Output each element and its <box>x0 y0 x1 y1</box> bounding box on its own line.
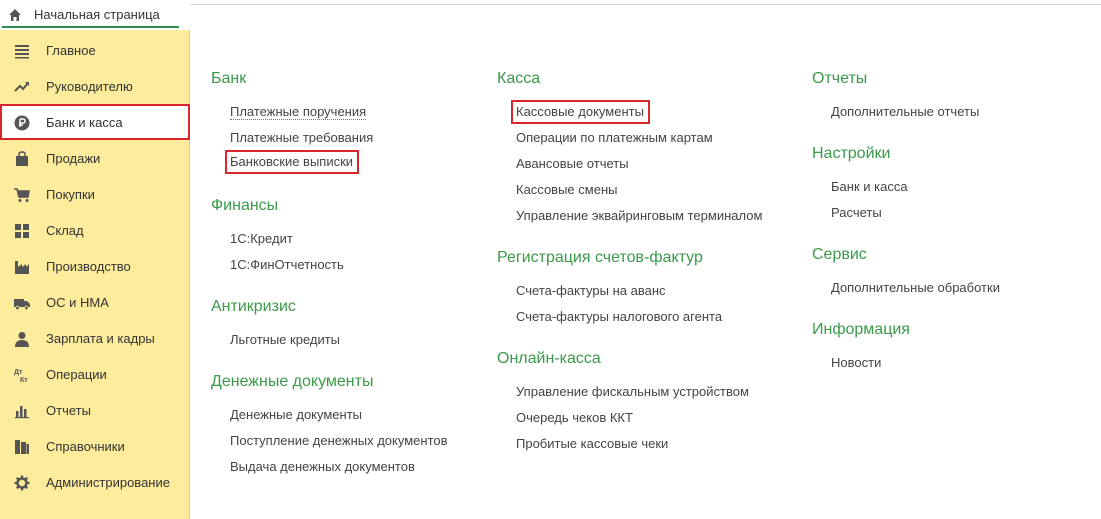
sidebar-item-sales[interactable]: Продажи <box>0 140 190 176</box>
sidebar-item-references[interactable]: Справочники <box>0 428 190 464</box>
trend-up-icon <box>14 82 29 92</box>
link-money-documents-issue[interactable]: Выдача денежных документов <box>230 459 415 474</box>
link-fiscal-device[interactable]: Управление фискальным устройством <box>516 384 749 399</box>
debit-credit-icon: Дт Кт <box>14 369 28 383</box>
sidebar-item-salary[interactable]: Зарплата и кадры <box>0 320 190 356</box>
link-money-documents[interactable]: Денежные документы <box>230 407 362 422</box>
link-tax-agent-invoices[interactable]: Счета-фактуры налогового агента <box>516 309 722 324</box>
link-settings-settlements[interactable]: Расчеты <box>831 205 882 220</box>
sidebar-item-bank-and-cash[interactable]: Банк и касса <box>0 104 190 140</box>
section-title-anticrisis: Антикризис <box>211 298 296 315</box>
link-preferential-loans[interactable]: Льготные кредиты <box>230 332 340 347</box>
sidebar-item-fixed-assets[interactable]: ОС и НМА <box>0 284 190 320</box>
sidebar-item-label: Отчеты <box>46 403 91 418</box>
home-icon <box>9 8 21 21</box>
link-1c-credit[interactable]: 1С:Кредит <box>230 231 293 246</box>
sidebar-item-label: Справочники <box>46 439 125 454</box>
sidebar-item-label: Банк и касса <box>46 115 123 130</box>
sidebar-item-main[interactable]: Главное <box>0 32 190 68</box>
section-title-invoice-registration: Регистрация счетов-фактур <box>497 249 703 266</box>
svg-text:Дт: Дт <box>14 369 23 376</box>
section-title-reports: Отчеты <box>812 70 868 87</box>
sidebar-item-label: Продажи <box>46 151 101 166</box>
sidebar-item-warehouse[interactable]: Склад <box>0 212 190 248</box>
factory-icon <box>15 261 29 274</box>
section-title-service: Сервис <box>812 246 867 263</box>
sidebar-item-label: Руководителю <box>46 79 133 94</box>
svg-text:Кт: Кт <box>20 377 28 383</box>
link-additional-reports[interactable]: Дополнительные отчеты <box>831 104 979 119</box>
books-icon <box>15 440 29 454</box>
link-acquiring-terminal[interactable]: Управление эквайринговым терминалом <box>516 208 762 223</box>
sidebar-item-purchases[interactable]: Покупки <box>0 176 190 212</box>
link-printed-receipts[interactable]: Пробитые кассовые чеки <box>516 436 668 451</box>
home-tab[interactable]: Начальная страница <box>2 3 179 28</box>
section-title-settings: Настройки <box>812 145 891 162</box>
shopping-cart-icon <box>14 188 30 202</box>
section-title-kassa: Касса <box>497 70 541 87</box>
link-settings-bank-and-cash[interactable]: Банк и касса <box>831 179 908 194</box>
link-advance-invoices[interactable]: Счета-фактуры на аванс <box>516 283 666 298</box>
sidebar-item-label: ОС и НМА <box>46 295 109 310</box>
menu-lines-icon <box>15 45 29 59</box>
sidebar-item-label: Администрирование <box>46 475 170 490</box>
link-payment-requests[interactable]: Платежные требования <box>230 130 373 145</box>
link-payment-card-operations[interactable]: Операции по платежным картам <box>516 130 713 145</box>
link-cash-documents[interactable]: Кассовые документы <box>511 100 650 124</box>
section-title-online-kassa: Онлайн-касса <box>497 350 601 367</box>
home-tab-label: Начальная страница <box>34 7 160 22</box>
sidebar-item-production[interactable]: Производство <box>0 248 190 284</box>
sidebar-item-label: Покупки <box>46 187 95 202</box>
section-title-finance: Финансы <box>211 197 279 214</box>
section-title-money-documents: Денежные документы <box>211 373 374 390</box>
truck-icon <box>14 299 30 311</box>
sidebar-item-label: Операции <box>46 367 107 382</box>
gear-icon <box>14 475 30 491</box>
sidebar-item-label: Склад <box>46 223 84 238</box>
link-kkt-receipt-queue[interactable]: Очередь чеков ККТ <box>516 410 633 425</box>
link-cash-shifts[interactable]: Кассовые смены <box>516 182 617 197</box>
bar-chart-icon <box>15 406 29 419</box>
section-title-information: Информация <box>812 321 910 338</box>
sidebar-item-manager[interactable]: Руководителю <box>0 68 190 104</box>
link-payment-orders[interactable]: Платежные поручения <box>230 104 367 120</box>
link-money-documents-receipt[interactable]: Поступление денежных документов <box>230 433 448 448</box>
sidebar-item-label: Главное <box>46 43 96 58</box>
warehouse-grid-icon <box>15 224 29 238</box>
link-1c-fin-reporting[interactable]: 1С:ФинОтчетность <box>230 257 344 272</box>
person-icon <box>15 332 29 347</box>
section-title-bank: Банк <box>211 70 247 87</box>
sidebar-item-reports[interactable]: Отчеты <box>0 392 190 428</box>
shopping-bag-icon <box>16 151 28 166</box>
link-additional-processing[interactable]: Дополнительные обработки <box>831 280 1000 295</box>
sidebar-item-label: Зарплата и кадры <box>46 331 155 346</box>
sidebar-item-label: Производство <box>46 259 131 274</box>
ruble-coin-icon <box>14 115 30 131</box>
sidebar: Главное Руководителю Банк и касса Продаж… <box>0 30 190 519</box>
link-advance-reports[interactable]: Авансовые отчеты <box>516 156 629 171</box>
content-top-divider <box>190 4 1101 5</box>
link-bank-statements[interactable]: Банковские выписки <box>225 150 360 174</box>
sidebar-item-operations[interactable]: Дт Кт Операции <box>0 356 190 392</box>
link-news[interactable]: Новости <box>831 355 881 370</box>
sidebar-item-administration[interactable]: Администрирование <box>0 464 190 500</box>
